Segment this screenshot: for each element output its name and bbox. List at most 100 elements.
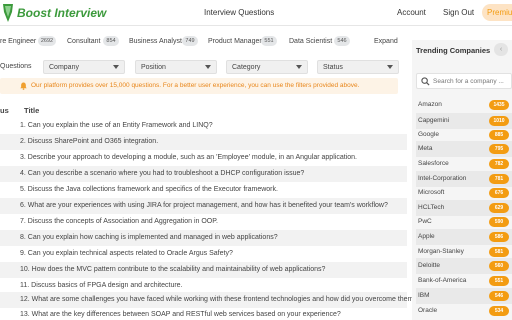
company-count-badge: 781 [489,174,509,184]
company-name: Morgan-Stanley [418,248,464,255]
category-count-badge: 749 [182,36,198,46]
status-filter-select[interactable]: Status [317,60,399,74]
company-name: PwC [418,218,432,225]
company-item-pwc[interactable]: PwC 590 [416,214,512,230]
company-item-deloitte[interactable]: Deloitte 560 [416,258,512,274]
category-filter-select[interactable]: Category [226,60,308,74]
chevron-down-icon [113,65,119,69]
company-item-oracle[interactable]: Oracle 534 [416,303,512,319]
company-item-bank-of-america[interactable]: Bank-of-America 551 [416,273,512,289]
question-title[interactable]: 1. Can you explain the use of an Entity … [20,122,213,129]
table-row[interactable]: 1. Can you explain the use of an Entity … [0,118,407,134]
question-title[interactable]: 8. Can you explain how caching is implem… [20,234,278,241]
category-software-engineer[interactable]: re Engineer [0,38,36,45]
position-filter-value: Position [141,64,166,71]
category-business-analyst[interactable]: Business Analyst [129,38,182,45]
category-data-scientist[interactable]: Data Scientist [289,38,332,45]
status-column-header: us [0,106,9,115]
company-name: Apple [418,233,435,240]
table-row[interactable]: 5. Discuss the Java collections framewor… [0,182,407,198]
company-count-badge: 590 [489,217,509,227]
table-row[interactable]: 7. Discuss the concepts of Association a… [0,214,407,230]
category-count-badge: 854 [103,36,119,46]
company-count-badge: 581 [489,247,509,257]
table-row[interactable]: 4. Can you describe a scenario where you… [0,166,407,182]
table-row[interactable]: 3. Describe your approach to developing … [0,150,407,166]
company-item-amazon[interactable]: Amazon 1435 [416,97,512,113]
question-title[interactable]: 11. Discuss basics of FPGA design and ar… [20,282,183,289]
company-search[interactable] [416,73,512,89]
company-item-salesforce[interactable]: Salesforce 782 [416,156,512,172]
table-row[interactable]: 10. How does the MVC pattern contribute … [0,262,407,278]
company-item-ibm[interactable]: IBM 546 [416,288,512,304]
company-name: Amazon [418,101,442,108]
company-filter-select[interactable]: Company [43,60,125,74]
nav-sign-out[interactable]: Sign Out [443,8,474,17]
question-title[interactable]: 4. Can you describe a scenario where you… [20,170,304,177]
company-name: IBM [418,292,430,299]
chevron-down-icon [205,65,211,69]
top-header: Boost Interview Interview Questions Acco… [0,0,512,26]
table-row[interactable]: 13. What are the key differences between… [0,307,407,320]
table-row[interactable]: 12. What are some challenges you have fa… [0,292,417,308]
company-item-apple[interactable]: Apple 586 [416,229,512,245]
question-title[interactable]: 2. Discuss SharePoint and O365 integrati… [20,138,158,145]
question-title[interactable]: 10. How does the MVC pattern contribute … [20,266,325,273]
company-name: Deloitte [418,262,441,269]
search-icon [421,77,430,86]
nav-interview-questions[interactable]: Interview Questions [204,8,274,17]
category-consultant[interactable]: Consultant [67,38,100,45]
chevron-left-icon[interactable]: ‹ [494,43,508,56]
info-alert: Our platform provides over 15,000 questi… [0,78,398,94]
company-count-badge: 1435 [489,100,509,110]
company-item-meta[interactable]: Meta 795 [416,141,512,157]
company-count-badge: 1010 [489,116,509,126]
question-title[interactable]: 13. What are the key differences between… [20,311,341,318]
company-count-badge: 676 [489,188,509,198]
premium-button[interactable]: Premium [482,4,512,21]
expand-link[interactable]: Expand [374,38,398,45]
company-name: Microsoft [418,189,445,196]
category-filter-value: Category [232,64,261,71]
company-count-badge: 885 [489,130,509,140]
company-filter-value: Company [49,64,79,71]
company-count-badge: 534 [489,306,509,316]
company-count-badge: 586 [489,232,509,242]
company-name: HCLTech [418,204,445,211]
table-row[interactable]: 2. Discuss SharePoint and O365 integrati… [0,134,407,150]
nav-account[interactable]: Account [397,8,426,17]
question-title[interactable]: 3. Describe your approach to developing … [20,154,357,161]
table-row[interactable]: 6. What are your experiences with using … [0,198,407,214]
sidebar-title: Trending Companies [416,46,491,55]
company-name: Intel-Corporation [418,175,467,182]
category-count-badge: 551 [261,36,277,46]
bell-icon [20,82,27,90]
company-name: Salesforce [418,160,449,167]
question-title[interactable]: 6. What are your experiences with using … [20,202,388,209]
table-row[interactable]: 9. Can you explain technical aspects rel… [0,246,407,262]
category-count-badge: 546 [334,36,350,46]
status-filter-value: Status [323,64,343,71]
question-title[interactable]: 7. Discuss the concepts of Association a… [20,218,218,225]
question-title[interactable]: 5. Discuss the Java collections framewor… [20,186,278,193]
logo-icon [3,4,13,22]
chevron-down-icon [296,65,302,69]
table-row[interactable]: 8. Can you explain how caching is implem… [0,230,407,246]
category-product-manager[interactable]: Product Manager [208,38,262,45]
company-name: Capgemini [418,117,450,124]
category-count-badge: 2692 [38,36,56,46]
question-title[interactable]: 9. Can you explain technical aspects rel… [20,250,233,257]
company-item-microsoft[interactable]: Microsoft 676 [416,185,512,201]
position-filter-select[interactable]: Position [135,60,217,74]
company-count-badge: 546 [489,291,509,301]
company-name: Bank-of-America [418,277,467,284]
company-count-badge: 551 [489,276,509,286]
company-name: Google [418,131,439,138]
company-search-input[interactable] [433,76,512,87]
company-count-badge: 629 [489,203,509,213]
question-title[interactable]: 12. What are some challenges you have fa… [20,296,417,303]
logo-text[interactable]: Boost Interview [17,6,106,20]
company-count-badge: 795 [489,144,509,154]
title-column-header: Title [24,106,40,115]
company-name: Oracle [418,307,438,314]
